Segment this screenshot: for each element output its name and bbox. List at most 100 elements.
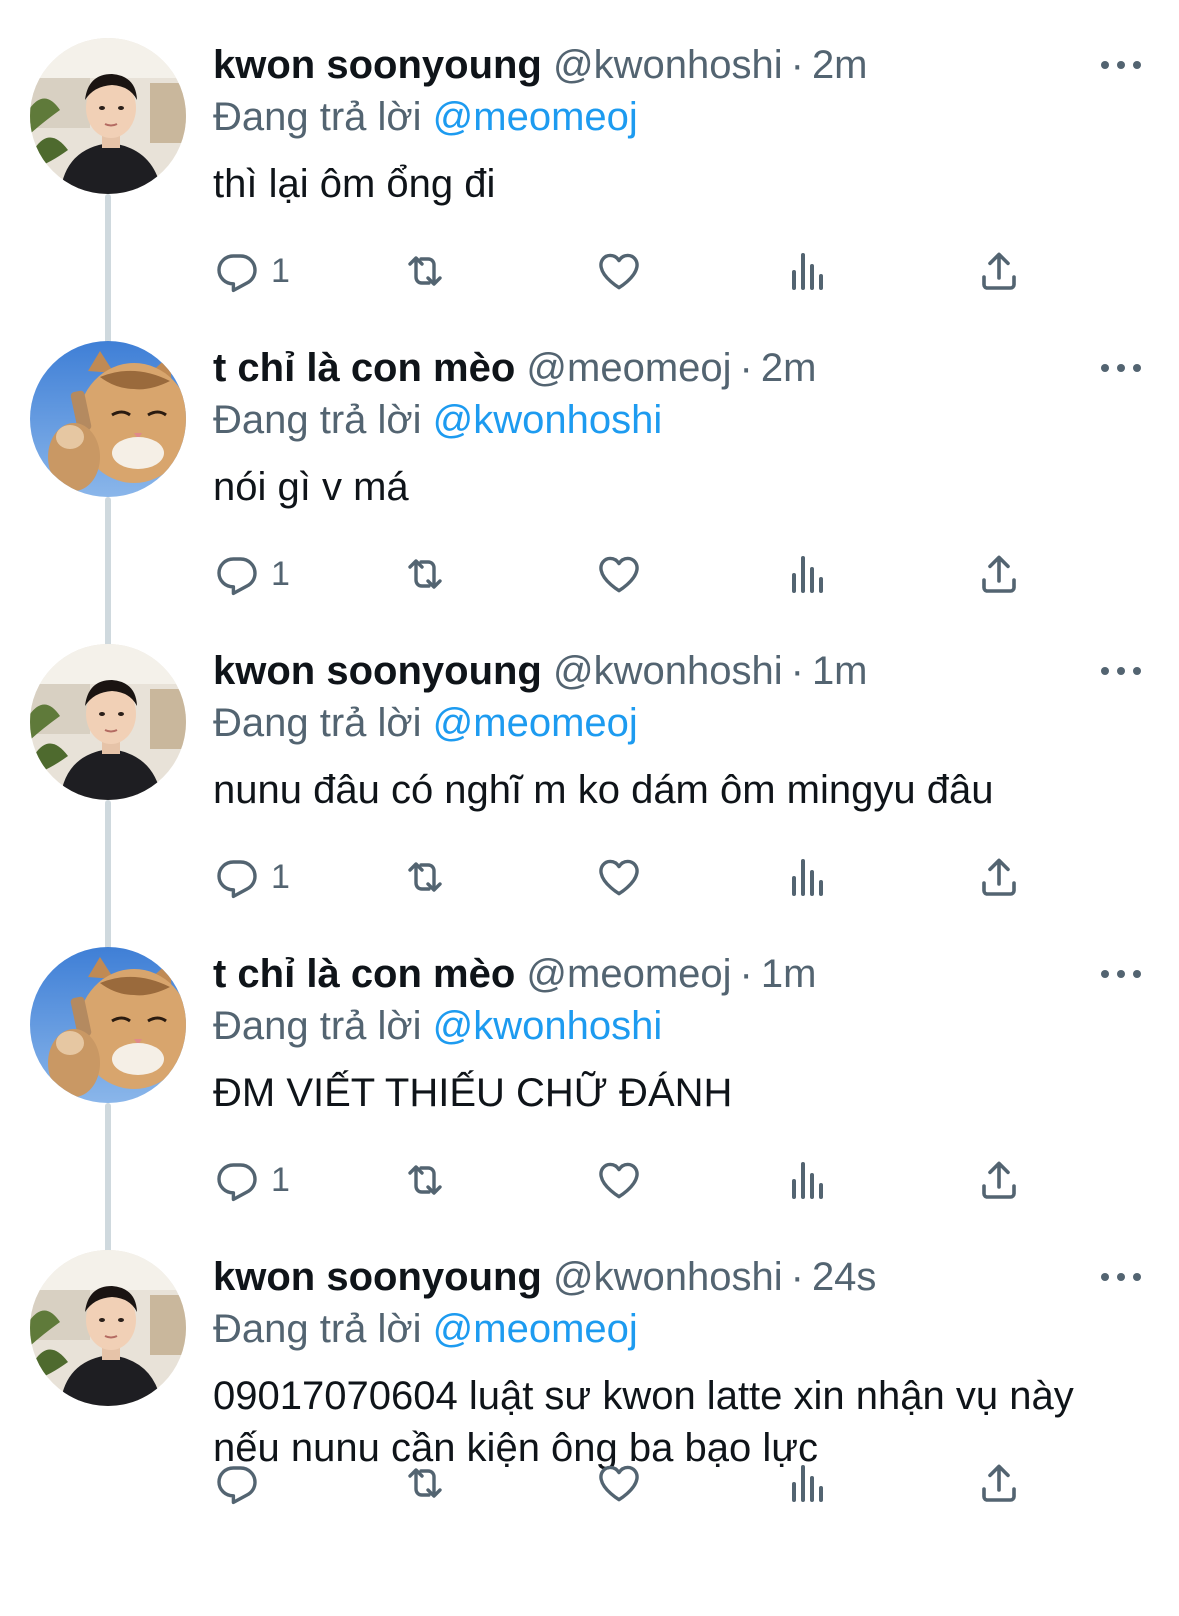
avatar[interactable] (30, 644, 186, 800)
bar-chart-icon (783, 1459, 831, 1507)
views-button[interactable] (783, 852, 831, 902)
mention-link[interactable]: @meomeoj (433, 95, 638, 139)
tweet-header: kwon soonyoung @kwonhoshi · 2m (213, 40, 868, 90)
user-handle[interactable]: @meomeoj (526, 346, 731, 390)
tweet-header: t chỉ là con mèo @meomeoj · 1m (213, 949, 816, 999)
retweet-button[interactable] (401, 549, 449, 599)
share-button[interactable] (975, 852, 1023, 902)
more-options-icon[interactable] (1100, 358, 1142, 378)
views-button[interactable] (783, 246, 831, 296)
share-icon (975, 1459, 1023, 1507)
cat-avatar (30, 947, 186, 1103)
tweet[interactable]: kwon soonyoung @kwonhoshi · 1m Đang trả lờ… (0, 606, 1179, 960)
reply-icon (213, 853, 261, 901)
share-icon (975, 853, 1023, 901)
reply-count: 1 (271, 858, 290, 896)
more-options-icon[interactable] (1100, 1267, 1142, 1287)
share-button[interactable] (975, 549, 1023, 599)
heart-icon (595, 853, 643, 901)
reply-icon (213, 247, 261, 295)
display-name[interactable]: kwon soonyoung (213, 1255, 542, 1299)
user-handle[interactable]: @kwonhoshi (553, 1255, 783, 1299)
more-options-icon[interactable] (1100, 55, 1142, 75)
timestamp[interactable]: 1m (812, 649, 868, 693)
cat-avatar (30, 341, 186, 497)
display-name[interactable]: t chỉ là con mèo (213, 952, 515, 996)
avatar[interactable] (30, 1250, 186, 1406)
heart-icon (595, 1156, 643, 1204)
tweet-header: kwon soonyoung @kwonhoshi · 1m (213, 646, 868, 696)
replying-to-line: Đang trả lời @kwonhoshi (213, 395, 662, 445)
timestamp[interactable]: 2m (761, 346, 817, 390)
tweet[interactable]: kwon soonyoung @kwonhoshi · 2m Đang trả lờ… (0, 0, 1179, 354)
views-button[interactable] (783, 549, 831, 599)
tweet-actions: 1 (213, 852, 1093, 902)
timestamp[interactable]: 1m (761, 952, 817, 996)
tweet-header: kwon soonyoung @kwonhoshi · 24s (213, 1252, 876, 1302)
replying-to-line: Đang trả lời @meomeoj (213, 1304, 638, 1354)
share-icon (975, 550, 1023, 598)
views-button[interactable] (783, 1458, 831, 1508)
person-avatar (30, 1250, 186, 1406)
tweet-header: t chỉ là con mèo @meomeoj · 2m (213, 343, 816, 393)
tweet[interactable]: t chỉ là con mèo @meomeoj · 2m Đang trả lờ… (0, 303, 1179, 657)
bar-chart-icon (783, 1156, 831, 1204)
mention-link[interactable]: @meomeoj (433, 701, 638, 745)
like-button[interactable] (595, 1458, 643, 1508)
tweet-actions: 1 (213, 549, 1093, 599)
more-options-icon[interactable] (1100, 964, 1142, 984)
replying-to-label: Đang trả lời (213, 701, 422, 745)
like-button[interactable] (595, 852, 643, 902)
timestamp[interactable]: 24s (812, 1255, 877, 1299)
replying-to-label: Đang trả lời (213, 1307, 422, 1351)
retweet-button[interactable] (401, 1458, 449, 1508)
mention-link[interactable]: @kwonhoshi (433, 1004, 663, 1048)
reply-button[interactable]: 1 (213, 549, 290, 599)
user-handle[interactable]: @kwonhoshi (553, 43, 783, 87)
display-name[interactable]: t chỉ là con mèo (213, 346, 515, 390)
timestamp[interactable]: 2m (812, 43, 868, 87)
reply-icon (213, 550, 261, 598)
separator-dot: · (739, 952, 753, 996)
reply-button[interactable]: 1 (213, 1155, 290, 1205)
tweet[interactable]: t chỉ là con mèo @meomeoj · 1m Đang trả lờ… (0, 909, 1179, 1263)
avatar[interactable] (30, 341, 186, 497)
bar-chart-icon (783, 550, 831, 598)
more-options-icon[interactable] (1100, 661, 1142, 681)
reply-count: 1 (271, 555, 290, 593)
user-handle[interactable]: @kwonhoshi (553, 649, 783, 693)
reply-button[interactable]: 1 (213, 246, 290, 296)
share-button[interactable] (975, 246, 1023, 296)
share-button[interactable] (975, 1155, 1023, 1205)
tweet-text: nunu đâu có nghĩ m ko dám ôm mingyu đâu (213, 768, 994, 812)
avatar[interactable] (30, 38, 186, 194)
user-handle[interactable]: @meomeoj (526, 952, 731, 996)
retweet-icon (401, 853, 449, 901)
tweet[interactable]: kwon soonyoung @kwonhoshi · 24s Đang trả l… (0, 1212, 1179, 1526)
reply-button[interactable]: 1 (213, 852, 290, 902)
separator-dot: · (790, 1255, 804, 1299)
heart-icon (595, 550, 643, 598)
retweet-icon (401, 1459, 449, 1507)
retweet-button[interactable] (401, 246, 449, 296)
reply-icon (213, 1156, 261, 1204)
replying-to-line: Đang trả lời @meomeoj (213, 92, 638, 142)
share-icon (975, 1156, 1023, 1204)
like-button[interactable] (595, 246, 643, 296)
retweet-button[interactable] (401, 852, 449, 902)
display-name[interactable]: kwon soonyoung (213, 649, 542, 693)
like-button[interactable] (595, 549, 643, 599)
like-button[interactable] (595, 1155, 643, 1205)
avatar[interactable] (30, 947, 186, 1103)
mention-link[interactable]: @meomeoj (433, 1307, 638, 1351)
views-button[interactable] (783, 1155, 831, 1205)
separator-dot: · (790, 43, 804, 87)
bar-chart-icon (783, 853, 831, 901)
reply-button[interactable] (213, 1458, 271, 1508)
mention-link[interactable]: @kwonhoshi (433, 398, 663, 442)
share-button[interactable] (975, 1458, 1023, 1508)
person-avatar (30, 38, 186, 194)
display-name[interactable]: kwon soonyoung (213, 43, 542, 87)
retweet-button[interactable] (401, 1155, 449, 1205)
replying-to-label: Đang trả lời (213, 1004, 422, 1048)
